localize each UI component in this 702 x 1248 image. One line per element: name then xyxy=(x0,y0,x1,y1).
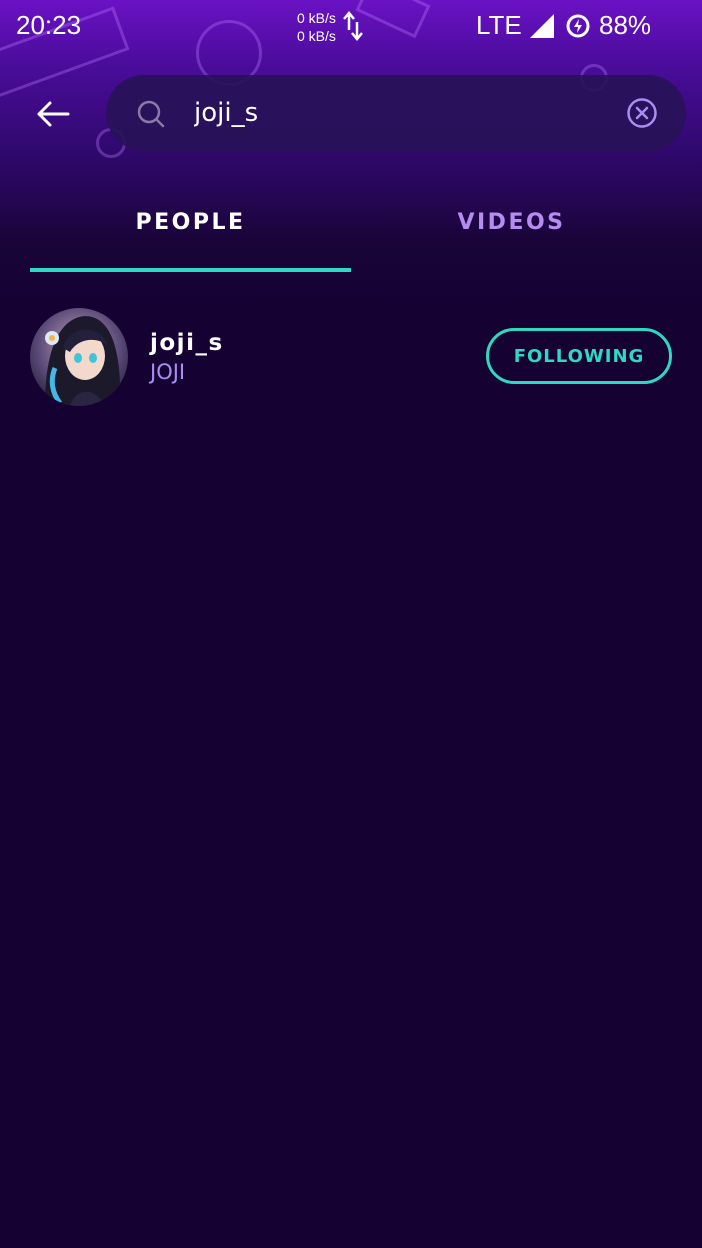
data-transfer-icon xyxy=(343,10,363,44)
network-type: LTE xyxy=(476,10,522,40)
status-time: 20:23 xyxy=(16,10,82,40)
search-bar xyxy=(106,75,686,151)
search-icon xyxy=(136,99,166,133)
network-speed: 0 kB/s 0 kB/s xyxy=(297,9,336,45)
display-name: JOJI xyxy=(150,360,186,384)
search-input[interactable] xyxy=(194,93,614,133)
search-tabs: PEOPLE VIDEOS xyxy=(30,190,672,272)
battery-percentage: 88% xyxy=(599,10,652,40)
clear-circle-icon xyxy=(627,98,657,128)
arrow-left-icon xyxy=(37,101,70,127)
tab-videos[interactable]: VIDEOS xyxy=(351,190,672,272)
signal-icon xyxy=(529,13,554,38)
avatar[interactable] xyxy=(30,308,128,406)
user-result-row[interactable]: joji_s JOJI FOLLOWING xyxy=(30,308,672,408)
net-up-speed: 0 kB/s xyxy=(297,10,336,26)
back-button[interactable] xyxy=(30,92,76,136)
tab-label: VIDEOS xyxy=(457,210,566,235)
battery-saver-icon xyxy=(565,13,591,43)
tab-people[interactable]: PEOPLE xyxy=(30,190,351,272)
username: joji_s xyxy=(150,330,224,356)
status-bar: 20:23 0 kB/s 0 kB/s LTE 88% xyxy=(0,0,702,52)
clear-search-button[interactable] xyxy=(626,97,658,129)
tab-label: PEOPLE xyxy=(135,210,246,235)
net-down-speed: 0 kB/s xyxy=(297,28,336,44)
following-button[interactable]: FOLLOWING xyxy=(486,328,672,384)
